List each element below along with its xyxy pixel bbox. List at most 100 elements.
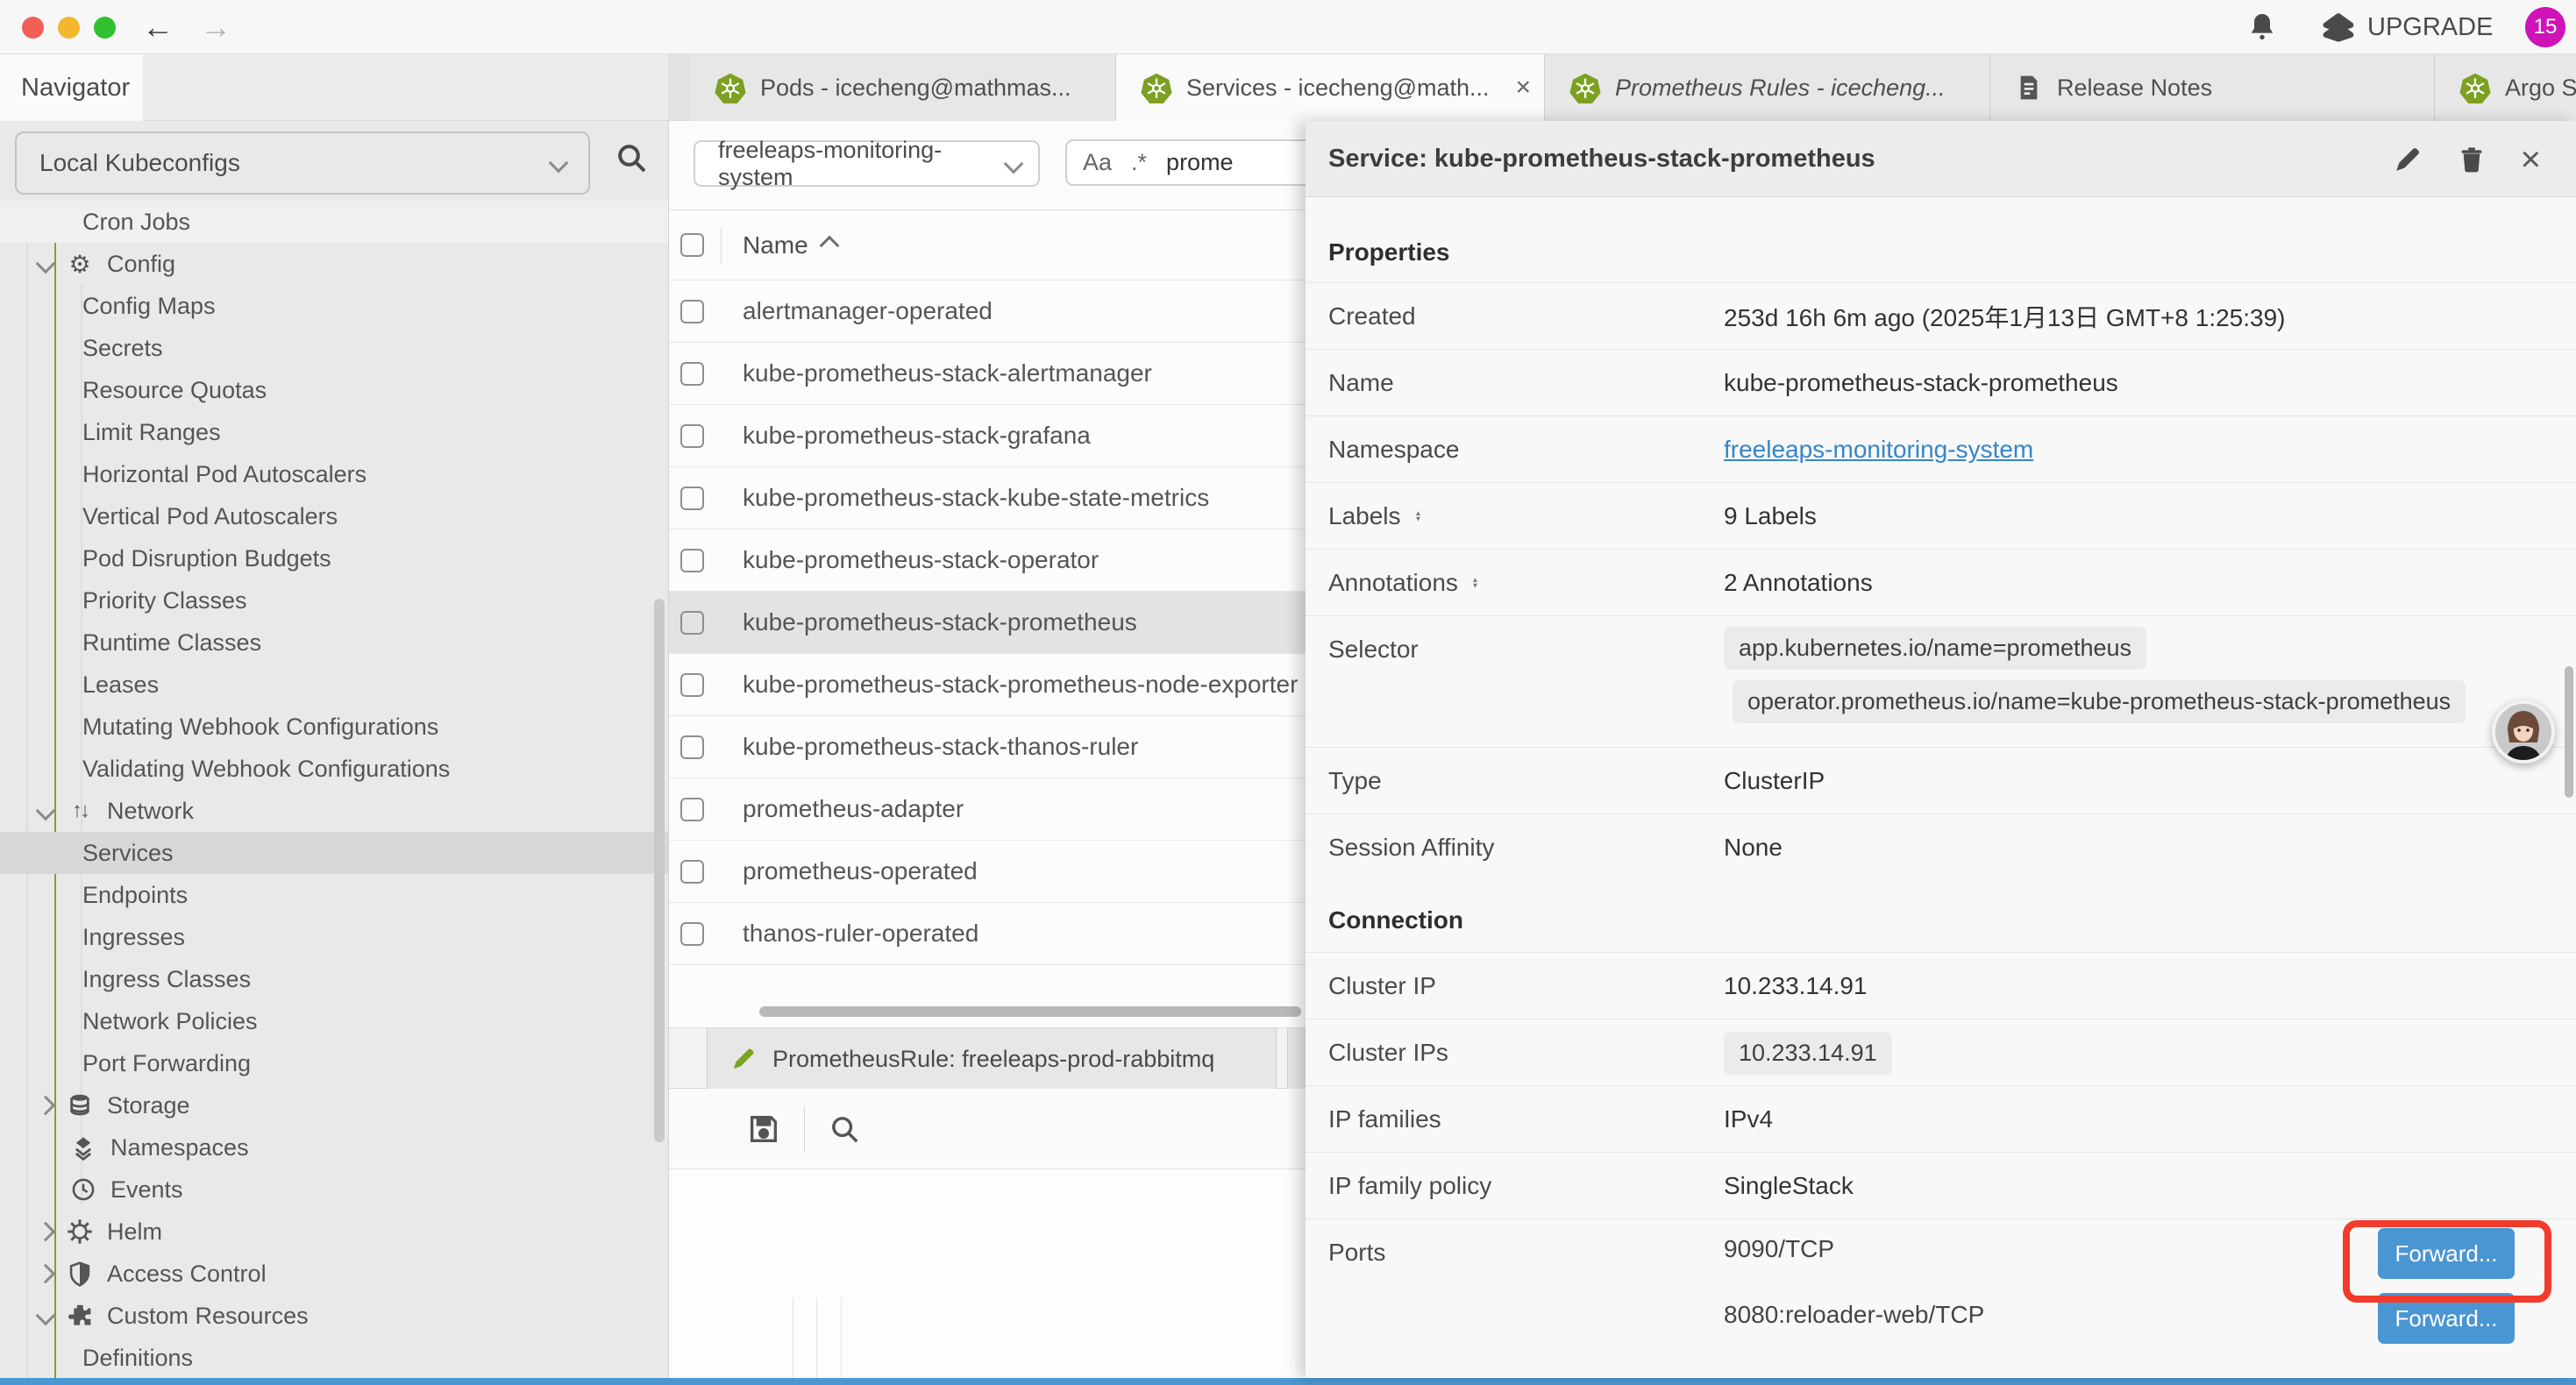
- editor-search-icon[interactable]: [828, 1112, 861, 1146]
- match-case-toggle[interactable]: Aa: [1083, 149, 1112, 176]
- close-tab-icon[interactable]: ×: [1516, 73, 1532, 103]
- column-header-name[interactable]: Name: [743, 210, 836, 281]
- sidebar-item-runtime-classes[interactable]: Runtime Classes: [0, 621, 668, 664]
- sidebar-item-mutating-webhook-configurations[interactable]: Mutating Webhook Configurations: [0, 706, 668, 748]
- sidebar-item-endpoints[interactable]: Endpoints: [0, 874, 668, 916]
- table-row[interactable]: kube-prometheus-stack-alertmanager: [669, 343, 1370, 405]
- kubeconfig-selector-dropdown[interactable]: Local Kubeconfigs: [15, 131, 590, 195]
- table-row[interactable]: prometheus-adapter: [669, 778, 1370, 841]
- chevron-down-icon[interactable]: [36, 801, 56, 821]
- regex-toggle[interactable]: .*: [1131, 149, 1147, 176]
- table-row[interactable]: kube-prometheus-stack-grafana: [669, 405, 1370, 467]
- sidebar-item-config[interactable]: ⚙Config: [0, 243, 668, 285]
- sidebar-item-limit-ranges[interactable]: Limit Ranges: [0, 411, 668, 453]
- sidebar-item-label: Leases: [82, 671, 159, 699]
- sidebar-item-secrets[interactable]: Secrets: [0, 327, 668, 369]
- save-icon[interactable]: [746, 1112, 781, 1147]
- namespace-link[interactable]: freeleaps-monitoring-system: [1724, 436, 2033, 464]
- sidebar-item-config-maps[interactable]: Config Maps: [0, 285, 668, 327]
- notification-count-badge[interactable]: 15: [2525, 7, 2565, 47]
- upgrade-button[interactable]: UPGRADE: [2320, 11, 2493, 44]
- edit-service-pencil-icon[interactable]: [2393, 145, 2423, 174]
- helm-icon: [65, 1218, 95, 1245]
- sidebar-item-services[interactable]: Services: [0, 832, 668, 874]
- sidebar-item-custom-resources[interactable]: Custom Resources: [0, 1295, 668, 1337]
- sidebar-item-access-control[interactable]: Access Control: [0, 1253, 668, 1295]
- sidebar-item-network[interactable]: ↑↓Network: [0, 790, 668, 832]
- close-window-button[interactable]: [22, 17, 44, 39]
- port-link[interactable]: 9090/TCP: [1724, 1235, 1834, 1263]
- row-checkbox[interactable]: [680, 735, 704, 759]
- tab-release-notes[interactable]: Release Notes: [1990, 54, 2435, 121]
- row-checkbox[interactable]: [680, 860, 704, 884]
- chevron-right-icon[interactable]: [36, 1096, 56, 1116]
- tab-services-icecheng-math[interactable]: Services - icecheng@math...×: [1116, 54, 1545, 121]
- sidebar-item-leases[interactable]: Leases: [0, 664, 668, 706]
- row-checkbox[interactable]: [680, 611, 704, 635]
- select-all-checkbox[interactable]: [680, 233, 704, 257]
- row-checkbox[interactable]: [680, 300, 704, 323]
- sidebar-item-validating-webhook-configurations[interactable]: Validating Webhook Configurations: [0, 748, 668, 790]
- sidebar-item-namespaces[interactable]: Namespaces: [0, 1126, 668, 1168]
- sidebar-item-priority-classes[interactable]: Priority Classes: [0, 579, 668, 621]
- table-row[interactable]: prometheus-operated: [669, 841, 1370, 903]
- sidebar-item-events[interactable]: Events: [0, 1168, 668, 1211]
- document-icon: [2015, 73, 2043, 103]
- row-checkbox[interactable]: [680, 424, 704, 448]
- sidebar-scrollbar[interactable]: [654, 121, 665, 1378]
- table-row[interactable]: kube-prometheus-stack-kube-state-metrics: [669, 467, 1370, 529]
- row-checkbox[interactable]: [680, 549, 704, 572]
- drawer-scrollbar[interactable]: [2565, 666, 2573, 798]
- user-avatar[interactable]: [2492, 700, 2555, 764]
- sidebar-item-ingresses[interactable]: Ingresses: [0, 916, 668, 958]
- chevron-right-icon[interactable]: [36, 1222, 56, 1242]
- sidebar-item-pod-disruption-budgets[interactable]: Pod Disruption Budgets: [0, 537, 668, 579]
- maximize-window-button[interactable]: [94, 17, 116, 39]
- table-row[interactable]: kube-prometheus-stack-prometheus: [669, 592, 1370, 654]
- table-row[interactable]: thanos-ruler-operated: [669, 903, 1370, 965]
- horizontal-scrollbar[interactable]: [669, 1005, 1370, 1019]
- sort-updown-icon[interactable]: ▲▼: [1471, 578, 1478, 588]
- back-arrow-icon[interactable]: ←: [142, 6, 174, 48]
- sidebar-search-icon[interactable]: [614, 140, 649, 175]
- sidebar-item-resource-quotas[interactable]: Resource Quotas: [0, 369, 668, 411]
- sidebar-item-vertical-pod-autoscalers[interactable]: Vertical Pod Autoscalers: [0, 495, 668, 537]
- delete-service-trash-icon[interactable]: [2458, 145, 2486, 174]
- sort-updown-icon[interactable]: ▲▼: [1414, 511, 1421, 522]
- tab-prometheus-rules-icecheng[interactable]: Prometheus Rules - icecheng...: [1545, 54, 1990, 121]
- row-checkbox[interactable]: [680, 798, 704, 821]
- sidebar-item-port-forwarding[interactable]: Port Forwarding: [0, 1042, 668, 1084]
- sidebar-item-horizontal-pod-autoscalers[interactable]: Horizontal Pod Autoscalers: [0, 453, 668, 495]
- forward-arrow-icon[interactable]: →: [200, 6, 231, 48]
- chevron-down-icon[interactable]: [36, 254, 56, 274]
- row-checkbox[interactable]: [680, 673, 704, 697]
- dock-tab-prometheusrule[interactable]: PrometheusRule: freeleaps-prod-rabbitmq: [707, 1028, 1277, 1090]
- close-drawer-icon[interactable]: ×: [2521, 145, 2541, 174]
- table-row[interactable]: kube-prometheus-stack-prometheus-node-ex…: [669, 654, 1370, 716]
- sidebar-item-label: Custom Resources: [107, 1303, 309, 1330]
- section-title-properties: Properties: [1306, 197, 2576, 282]
- port-link[interactable]: 8080:reloader-web/TCP: [1724, 1301, 1984, 1329]
- row-checkbox[interactable]: [680, 362, 704, 386]
- minimize-window-button[interactable]: [58, 17, 80, 39]
- sidebar-item-label: Namespaces: [110, 1134, 249, 1161]
- namespace-selector-dropdown[interactable]: freeleaps-monitoring-system: [694, 140, 1040, 187]
- chevron-down-icon[interactable]: [36, 1306, 56, 1326]
- sidebar-item-ingress-classes[interactable]: Ingress Classes: [0, 958, 668, 1000]
- table-row[interactable]: kube-prometheus-stack-thanos-ruler: [669, 716, 1370, 778]
- tab-pods-icecheng-mathmas[interactable]: Pods - icecheng@mathmas...: [690, 54, 1116, 121]
- tab-argo-se[interactable]: Argo Se: [2435, 54, 2576, 121]
- sidebar-item-storage[interactable]: Storage: [0, 1084, 668, 1126]
- sidebar-item-definitions[interactable]: Definitions: [0, 1337, 668, 1378]
- yaml-editor[interactable]: 3metadata:4 annotations:5 kubectl.kubern…: [669, 1169, 1370, 1378]
- chevron-right-icon[interactable]: [36, 1264, 56, 1284]
- table-row[interactable]: alertmanager-operated: [669, 281, 1370, 343]
- sidebar-item-network-policies[interactable]: Network Policies: [0, 1000, 668, 1042]
- notifications-bell-icon[interactable]: [2246, 11, 2278, 43]
- row-checkbox[interactable]: [680, 487, 704, 510]
- sidebar-item-cron-jobs[interactable]: Cron Jobs: [0, 201, 668, 243]
- table-row[interactable]: kube-prometheus-stack-operator: [669, 529, 1370, 592]
- sidebar-item-helm[interactable]: Helm: [0, 1211, 668, 1253]
- row-checkbox[interactable]: [680, 922, 704, 946]
- sidebar-item-label: Storage: [107, 1092, 190, 1119]
